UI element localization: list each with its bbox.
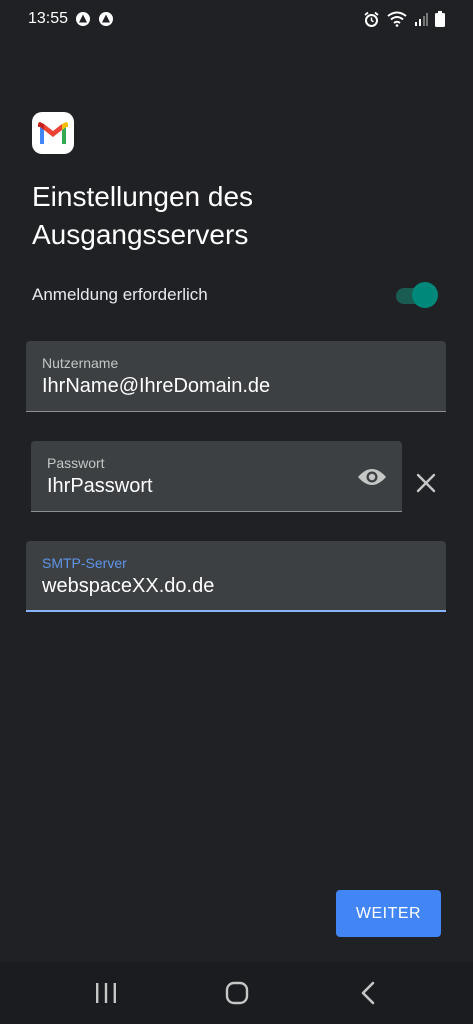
show-password-button[interactable] [356,461,388,493]
notification-icon [75,11,91,27]
gmail-logo-icon [32,112,74,154]
smtp-server-label: SMTP-Server [42,555,127,571]
smtp-server-input[interactable]: webspaceXX.do.de [42,575,214,598]
recent-apps-icon [95,983,116,1003]
username-input[interactable]: IhrName@IhreDomain.de [42,375,270,398]
auth-required-toggle[interactable] [396,280,440,310]
wifi-icon [387,11,407,27]
home-icon [225,981,248,1005]
notification-icon [98,11,114,27]
recent-apps-button[interactable] [76,968,136,1018]
signal-icon [414,12,428,26]
next-button[interactable]: WEITER [336,890,441,937]
status-bar: 13:55 [0,0,473,38]
back-button[interactable] [338,968,398,1018]
status-left: 13:55 [28,10,114,28]
status-right [363,11,445,28]
auth-required-label: Anmeldung erforderlich [32,285,208,304]
alarm-icon [363,11,380,28]
page-title: Einstellungen des Ausgangsservers [32,181,254,250]
password-field[interactable]: Passwort IhrPasswort [31,441,402,512]
close-icon [416,473,436,493]
navigation-bar [0,962,473,1024]
username-label: Nutzername [42,355,119,371]
clear-password-button[interactable] [410,467,442,499]
status-time: 13:55 [28,10,69,27]
auth-required-row[interactable]: Anmeldung erforderlich [32,280,440,310]
password-label: Passwort [47,455,105,471]
password-input[interactable]: IhrPasswort [47,475,153,498]
eye-icon [358,469,386,485]
smtp-server-field[interactable]: SMTP-Server webspaceXX.do.de [26,541,446,612]
toggle-thumb [412,282,438,308]
back-icon [361,981,374,1005]
battery-icon [435,11,445,27]
home-button[interactable] [207,968,267,1018]
username-field[interactable]: Nutzername IhrName@IhreDomain.de [26,341,446,412]
